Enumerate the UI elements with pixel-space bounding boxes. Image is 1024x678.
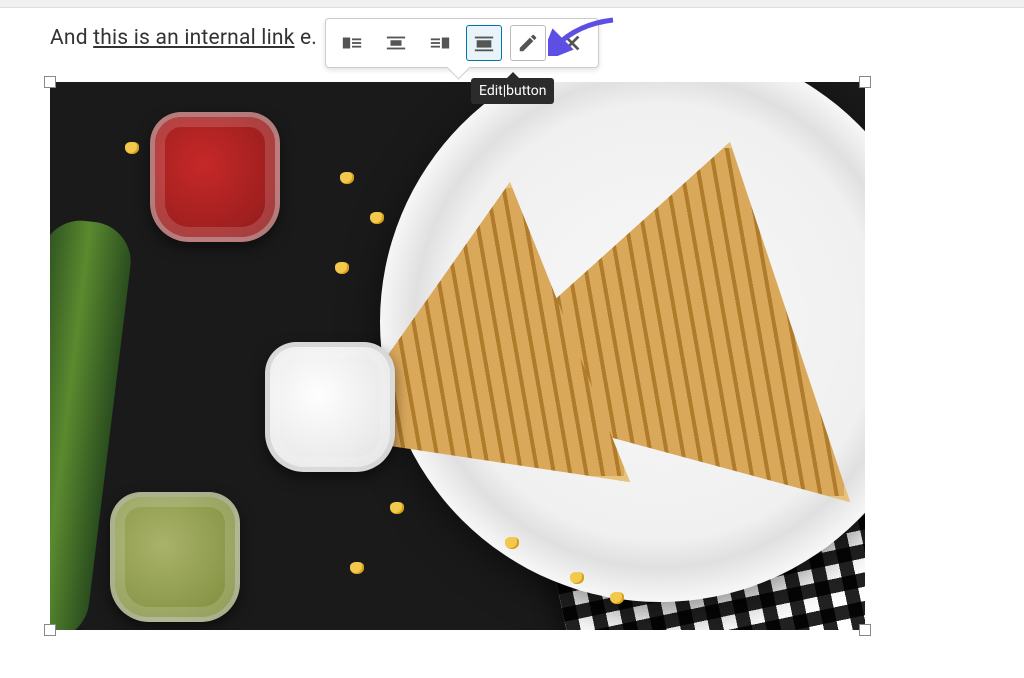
corn-kernel bbox=[610, 592, 624, 604]
internal-link[interactable]: this is an internal link bbox=[93, 26, 294, 50]
edit-button[interactable] bbox=[510, 25, 546, 61]
align-right-button[interactable] bbox=[422, 25, 458, 61]
corn-kernel bbox=[335, 262, 349, 274]
paragraph-suffix: e. bbox=[300, 26, 317, 50]
sauce-cup-white bbox=[265, 342, 395, 472]
app-top-bar bbox=[0, 0, 1024, 8]
corn-kernel bbox=[125, 142, 139, 154]
corn-kernel bbox=[370, 212, 384, 224]
paragraph-prefix: And bbox=[50, 26, 93, 50]
align-none-button[interactable] bbox=[466, 25, 502, 61]
resize-handle-bottom-left[interactable] bbox=[44, 624, 56, 636]
resize-handle-top-left[interactable] bbox=[44, 76, 56, 88]
corn-kernel bbox=[350, 562, 364, 574]
annotation-arrow bbox=[548, 14, 618, 56]
align-none-icon bbox=[473, 32, 495, 54]
sauce-cup-green bbox=[110, 492, 240, 622]
tooltip-text: Edit|button bbox=[479, 83, 546, 99]
corn-kernel bbox=[340, 172, 354, 184]
image-content bbox=[50, 82, 865, 630]
align-right-icon bbox=[429, 32, 451, 54]
tooltip: Edit|button bbox=[471, 78, 554, 104]
pencil-icon bbox=[517, 32, 539, 54]
corn-kernel bbox=[505, 537, 519, 549]
align-left-icon bbox=[341, 32, 363, 54]
resize-handle-top-right[interactable] bbox=[859, 76, 871, 88]
sauce-cup-red bbox=[150, 112, 280, 242]
selected-image[interactable] bbox=[50, 82, 865, 630]
align-left-button[interactable] bbox=[334, 25, 370, 61]
align-center-button[interactable] bbox=[378, 25, 414, 61]
resize-handle-bottom-right[interactable] bbox=[859, 624, 871, 636]
align-center-icon bbox=[385, 32, 407, 54]
corn-kernel bbox=[570, 572, 584, 584]
corn-kernel bbox=[390, 502, 404, 514]
